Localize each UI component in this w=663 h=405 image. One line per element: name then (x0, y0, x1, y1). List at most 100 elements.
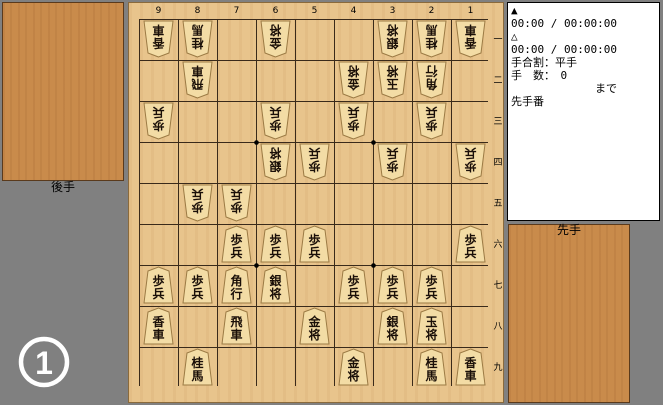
piece-character: 兵 (308, 146, 321, 160)
board-square[interactable]: 銀将 (256, 265, 295, 306)
board-square[interactable]: 歩兵 (412, 101, 451, 142)
gote-piece[interactable]: 桂馬 (182, 20, 213, 58)
gote-piece-stand[interactable] (2, 2, 124, 181)
gote-piece[interactable]: 歩兵 (260, 102, 291, 140)
board-square[interactable]: 歩兵 (373, 265, 412, 306)
board-square[interactable]: 金将 (334, 60, 373, 101)
piece-character: 馬 (191, 23, 204, 37)
board-square[interactable]: 桂馬 (178, 347, 217, 388)
board-square[interactable]: 歩兵 (178, 265, 217, 306)
gote-piece[interactable]: 歩兵 (143, 102, 174, 140)
board-square[interactable]: 桂馬 (178, 19, 217, 60)
board-square[interactable]: 桂馬 (412, 347, 451, 388)
sente-piece[interactable]: 桂馬 (416, 348, 447, 386)
piece-character: 馬 (425, 369, 438, 383)
sente-piece[interactable]: 角行 (221, 266, 252, 304)
board-square[interactable]: 歩兵 (334, 101, 373, 142)
board-square[interactable]: 歩兵 (217, 224, 256, 265)
piece-character: 桂 (425, 36, 438, 50)
sente-piece-stand[interactable] (508, 224, 630, 403)
gote-piece[interactable]: 歩兵 (455, 143, 486, 181)
gote-piece[interactable]: 玉将 (377, 61, 408, 99)
sente-piece[interactable]: 歩兵 (338, 266, 369, 304)
gote-piece[interactable]: 歩兵 (221, 184, 252, 222)
sente-piece[interactable]: 金将 (338, 348, 369, 386)
sente-piece[interactable]: 桂馬 (182, 348, 213, 386)
gote-piece[interactable]: 銀将 (260, 143, 291, 181)
board-square[interactable]: 桂馬 (412, 19, 451, 60)
board-square[interactable]: 飛車 (178, 60, 217, 101)
board-square[interactable]: 金将 (256, 19, 295, 60)
board-square[interactable]: 香車 (451, 19, 490, 60)
board-square[interactable]: 銀将 (256, 142, 295, 183)
made-text: まで (595, 82, 617, 95)
board-square[interactable]: 飛車 (217, 306, 256, 347)
gote-piece[interactable]: 歩兵 (182, 184, 213, 222)
board-square[interactable]: 金将 (334, 347, 373, 388)
board-square[interactable]: 歩兵 (256, 101, 295, 142)
gote-piece[interactable]: 歩兵 (377, 143, 408, 181)
sente-piece[interactable]: 歩兵 (260, 225, 291, 263)
piece-character: 将 (347, 369, 360, 383)
gote-piece[interactable]: 金将 (338, 61, 369, 99)
board-square[interactable]: 香車 (139, 19, 178, 60)
sente-piece[interactable]: 歩兵 (221, 225, 252, 263)
board-square[interactable]: 角行 (217, 265, 256, 306)
sente-piece[interactable]: 香車 (455, 348, 486, 386)
gote-piece[interactable]: 歩兵 (299, 143, 330, 181)
gote-piece[interactable]: 香車 (455, 20, 486, 58)
gote-piece[interactable]: 金将 (260, 20, 291, 58)
board-square[interactable]: 角行 (412, 60, 451, 101)
sente-piece[interactable]: 歩兵 (377, 266, 408, 304)
diagram-number: 1 (35, 345, 53, 381)
board-square[interactable]: 歩兵 (373, 142, 412, 183)
piece-character: 銀 (269, 274, 282, 288)
board-square[interactable]: 歩兵 (295, 142, 334, 183)
piece-character: 将 (347, 64, 360, 78)
gote-piece[interactable]: 歩兵 (338, 102, 369, 140)
sente-piece[interactable]: 香車 (143, 307, 174, 345)
board-square[interactable]: 歩兵 (217, 183, 256, 224)
sente-piece[interactable]: 歩兵 (455, 225, 486, 263)
board-square[interactable]: 金将 (295, 306, 334, 347)
sente-piece[interactable]: 歩兵 (182, 266, 213, 304)
sente-piece[interactable]: 歩兵 (416, 266, 447, 304)
gote-piece[interactable]: 銀将 (377, 20, 408, 58)
column-label: 3 (389, 6, 396, 16)
sente-piece[interactable]: 銀将 (377, 307, 408, 345)
sente-piece[interactable]: 飛車 (221, 307, 252, 345)
sente-piece[interactable]: 歩兵 (143, 266, 174, 304)
board-square[interactable]: 歩兵 (178, 183, 217, 224)
gote-piece[interactable]: 飛車 (182, 61, 213, 99)
piece-character: 桂 (425, 356, 438, 370)
piece-character: 車 (464, 23, 477, 37)
board-square[interactable]: 玉将 (373, 60, 412, 101)
gote-piece[interactable]: 桂馬 (416, 20, 447, 58)
piece-character: 兵 (464, 146, 477, 160)
sente-piece[interactable]: 玉将 (416, 307, 447, 345)
gote-piece[interactable]: 角行 (416, 61, 447, 99)
board-square[interactable]: 香車 (451, 347, 490, 388)
piece-character: 将 (269, 23, 282, 37)
board-square[interactable]: 歩兵 (451, 142, 490, 183)
board-square[interactable]: 歩兵 (139, 265, 178, 306)
board-square[interactable]: 歩兵 (295, 224, 334, 265)
board-square[interactable]: 銀将 (373, 306, 412, 347)
sente-piece[interactable]: 金将 (299, 307, 330, 345)
board-square[interactable]: 歩兵 (256, 224, 295, 265)
row-label: 九 (493, 362, 503, 373)
piece-character: 歩 (386, 159, 399, 173)
piece-character: 桂 (191, 356, 204, 370)
gote-piece[interactable]: 香車 (143, 20, 174, 58)
gote-piece[interactable]: 歩兵 (416, 102, 447, 140)
board-square[interactable]: 香車 (139, 306, 178, 347)
piece-character: 車 (191, 64, 204, 78)
board-square[interactable]: 歩兵 (451, 224, 490, 265)
board-square[interactable]: 銀将 (373, 19, 412, 60)
sente-piece[interactable]: 銀将 (260, 266, 291, 304)
sente-piece[interactable]: 歩兵 (299, 225, 330, 263)
board-square[interactable]: 歩兵 (412, 265, 451, 306)
board-square[interactable]: 歩兵 (139, 101, 178, 142)
board-square[interactable]: 玉将 (412, 306, 451, 347)
board-square[interactable]: 歩兵 (334, 265, 373, 306)
